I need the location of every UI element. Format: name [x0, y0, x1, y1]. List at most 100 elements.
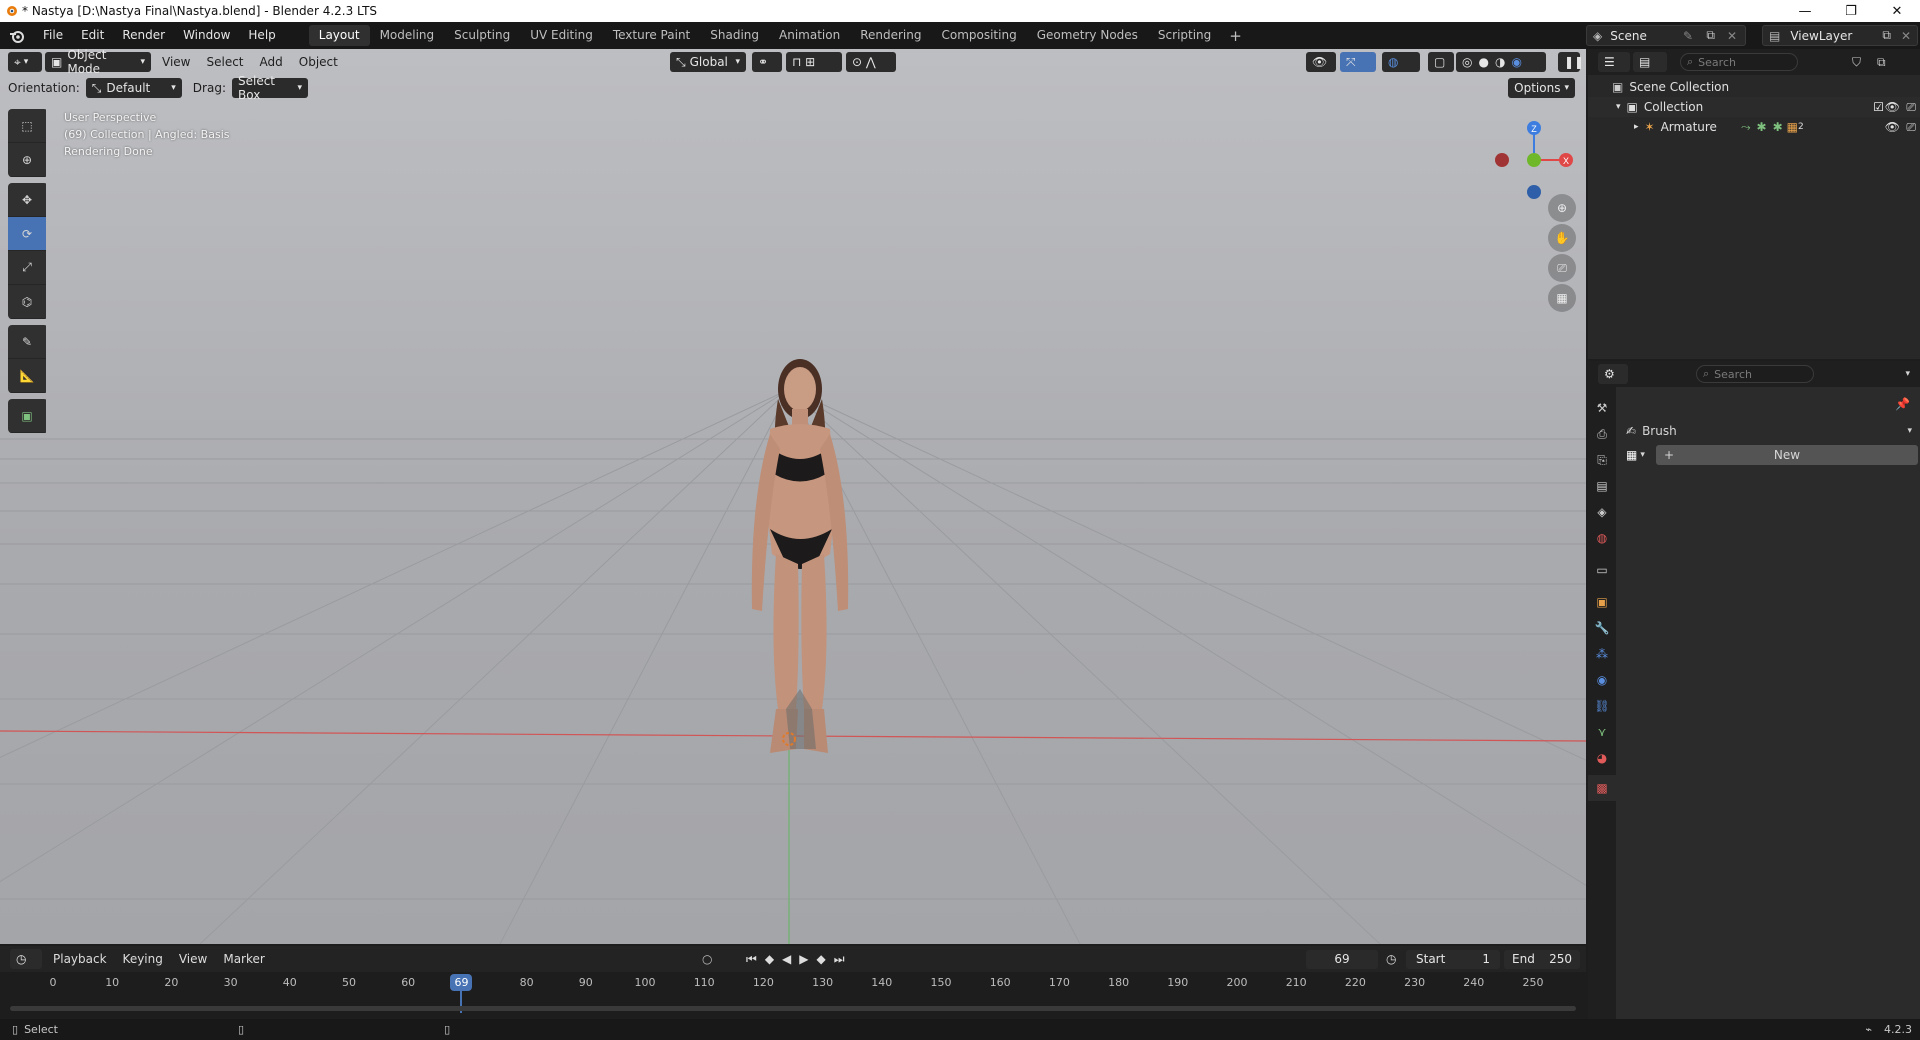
outliner-editor-type-button[interactable]: ☰	[1598, 52, 1630, 72]
menu-view[interactable]: View	[154, 55, 198, 69]
tab-texture-paint[interactable]: Texture Paint	[603, 25, 700, 46]
prev-keyframe-icon[interactable]: ◆	[765, 952, 774, 967]
annotate-tool[interactable]: ✎	[8, 325, 46, 359]
xray-toggle-button[interactable]: ▢	[1428, 52, 1454, 72]
perspective-toggle-button[interactable]: ▦	[1548, 284, 1576, 312]
mode-selector[interactable]: ▣ Object Mode ▾	[45, 49, 151, 76]
wireframe-shading-icon[interactable]: ◎	[1462, 55, 1472, 69]
y-axis-handle[interactable]	[1527, 153, 1541, 167]
rotate-tool[interactable]: ⟳	[8, 217, 46, 251]
tab-rendering[interactable]: Rendering	[850, 25, 931, 46]
minimize-button[interactable]: —	[1782, 0, 1828, 22]
tab-texture[interactable]: ▩	[1588, 775, 1616, 801]
jump-start-icon[interactable]: ⏮	[746, 952, 757, 967]
armature-visibility-eye-icon[interactable]: 👁	[1885, 120, 1900, 134]
transform-orientation-selector[interactable]: ⤡ Global ▾	[670, 52, 746, 72]
tab-compositing[interactable]: Compositing	[931, 25, 1026, 46]
navigation-gizmo[interactable]: Z X	[1488, 109, 1578, 199]
start-frame-field[interactable]: Start 1	[1406, 949, 1500, 969]
pan-view-button[interactable]: ✋	[1548, 224, 1576, 252]
timeline-menu-view[interactable]: View	[171, 952, 215, 966]
menu-add[interactable]: Add	[252, 55, 291, 69]
tab-scene[interactable]: ◈	[1588, 499, 1616, 525]
expand-arrow-icon[interactable]: ▸	[1634, 122, 1639, 132]
pivot-point-button[interactable]: ⚭	[752, 52, 782, 72]
close-button[interactable]: ✕	[1874, 0, 1920, 22]
brush-selector[interactable]: ✍ Brush ▾	[1626, 421, 1916, 441]
tab-collection[interactable]: ▭	[1588, 557, 1616, 583]
menu-help[interactable]: Help	[239, 22, 284, 49]
outliner-row-collection[interactable]: ▾ ▣ Collection ☑ 👁 ⎚	[1588, 97, 1920, 117]
menu-render[interactable]: Render	[113, 22, 174, 49]
menu-window[interactable]: Window	[174, 22, 239, 49]
display-mode-button[interactable]: ▤	[1633, 52, 1667, 72]
tab-geometry-nodes[interactable]: Geometry Nodes	[1027, 25, 1148, 46]
drag-selector[interactable]: Select Box ▾	[231, 74, 308, 102]
visibility-button[interactable]: 👁	[1306, 52, 1336, 72]
gizmo-toggle-button[interactable]: ⤧	[1340, 52, 1376, 72]
snap-button[interactable]: ⊓ ⊞	[786, 52, 842, 72]
tab-tool[interactable]: ⚒	[1588, 395, 1616, 421]
proportional-edit-button[interactable]: ⊙ ⋀	[846, 52, 896, 72]
armature-render-camera-icon[interactable]: ⎚	[1906, 120, 1916, 135]
play-reverse-icon[interactable]: ◀	[782, 952, 791, 967]
jump-end-icon[interactable]: ⏭	[834, 952, 845, 967]
timeline-editor-type-button[interactable]: ◷	[10, 949, 42, 969]
menu-select[interactable]: Select	[198, 55, 251, 69]
transform-tool[interactable]: ⌬	[8, 285, 46, 319]
outliner-row-armature[interactable]: ▸ ✶ Armature ⤳ ✱ ✱ ▦ 2 👁 ⎚	[1588, 117, 1920, 137]
menu-keying[interactable]: Keying	[115, 952, 171, 966]
character-model[interactable]	[751, 359, 849, 753]
pin-panel-icon[interactable]: 📌	[1895, 397, 1910, 411]
view-layer-selector[interactable]: ▤ ViewLayer ⧉ ✕	[1762, 25, 1918, 46]
tab-output[interactable]: ⎘	[1588, 447, 1616, 473]
scale-tool[interactable]: ⤢	[8, 251, 46, 285]
texture-browse-button[interactable]: ▦ ▾	[1626, 445, 1656, 465]
tab-particles[interactable]: ⁂	[1588, 641, 1616, 667]
material-shading-icon[interactable]: ◑	[1495, 55, 1505, 69]
tab-uv-editing[interactable]: UV Editing	[520, 25, 603, 46]
tab-render[interactable]: ⎙	[1588, 421, 1616, 447]
end-frame-field[interactable]: End 250	[1504, 949, 1580, 969]
timeline-scrollbar[interactable]	[10, 1006, 1576, 1011]
new-texture-button[interactable]: + New	[1656, 445, 1918, 465]
current-frame-field[interactable]: 69	[1306, 949, 1378, 969]
remove-scene-icon[interactable]: ✕	[1727, 29, 1737, 43]
new-scene-icon[interactable]: ⧉	[1706, 28, 1715, 43]
outliner-search-input[interactable]: ⌕ Search	[1680, 53, 1798, 71]
tab-sculpting[interactable]: Sculpting	[444, 25, 520, 46]
menu-file[interactable]: File	[34, 22, 72, 49]
menu-marker[interactable]: Marker	[215, 952, 272, 966]
menu-edit[interactable]: Edit	[72, 22, 113, 49]
measure-tool[interactable]: 📐	[8, 359, 46, 393]
tab-world[interactable]: ◍	[1588, 525, 1616, 551]
tab-view-layer[interactable]: ▤	[1588, 473, 1616, 499]
menu-playback[interactable]: Playback	[45, 952, 115, 966]
move-tool[interactable]: ✥	[8, 183, 46, 217]
menu-object[interactable]: Object	[291, 55, 346, 69]
camera-view-button[interactable]: ⎚	[1548, 254, 1576, 282]
tab-animation[interactable]: Animation	[769, 25, 850, 46]
tab-object[interactable]: ▣	[1588, 589, 1616, 615]
tab-scripting[interactable]: Scripting	[1148, 25, 1221, 46]
new-collection-icon[interactable]: ⧉	[1877, 55, 1886, 70]
play-icon[interactable]: ▶	[799, 952, 808, 967]
tab-data[interactable]: ⋎	[1588, 719, 1616, 745]
collapse-arrow-icon[interactable]: ▾	[1616, 102, 1621, 112]
tab-modifiers[interactable]: 🔧	[1588, 615, 1616, 641]
neg-x-axis-handle[interactable]	[1495, 153, 1509, 167]
add-workspace-icon[interactable]: +	[1221, 27, 1250, 45]
rendered-shading-icon[interactable]: ◉	[1511, 55, 1521, 69]
select-box-tool[interactable]: ⬚	[8, 109, 46, 143]
3d-viewport[interactable]: ⌖ ▾ ▣ Object Mode ▾ View Select Add Objec…	[0, 49, 1586, 944]
playhead[interactable]: 69	[450, 974, 473, 991]
tab-constraints[interactable]: ⛓	[1588, 693, 1616, 719]
editor-type-button[interactable]: ⌖ ▾	[8, 52, 42, 72]
tab-shading[interactable]: Shading	[700, 25, 769, 46]
neg-z-axis-handle[interactable]	[1527, 185, 1541, 199]
exclude-checkbox[interactable]: ☑	[1873, 100, 1884, 114]
remove-view-layer-icon[interactable]: ✕	[1901, 29, 1911, 43]
pin-icon[interactable]: ✎	[1683, 29, 1693, 43]
tab-physics[interactable]: ◉	[1588, 667, 1616, 693]
properties-search-input[interactable]: ⌕ Search	[1696, 365, 1814, 383]
